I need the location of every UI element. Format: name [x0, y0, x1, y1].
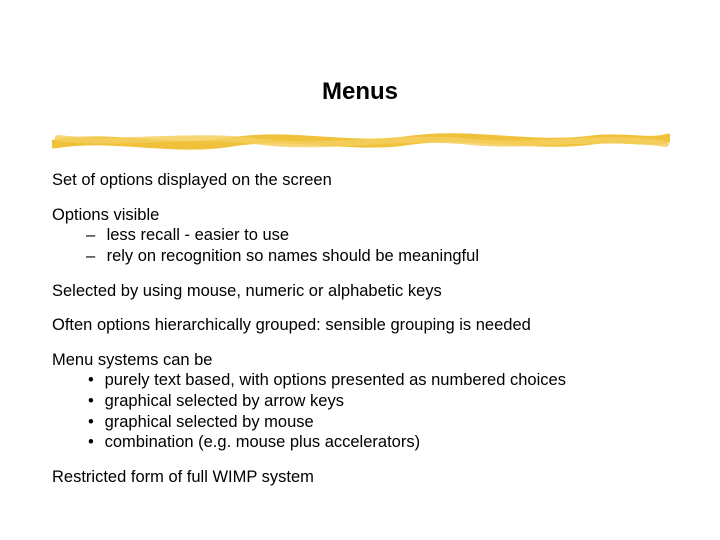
para-1: Set of options displayed on the screen — [52, 170, 672, 191]
para-5-item-c-text: graphical selected by mouse — [100, 413, 314, 431]
para-3: Selected by using mouse, numeric or alph… — [52, 281, 672, 302]
para-6: Restricted form of full WIMP system — [52, 467, 672, 488]
title-underline-icon — [52, 124, 670, 156]
para-2-item-a-text: less recall - easier to use — [102, 226, 289, 244]
para-5-lead: Menu systems can be — [52, 350, 672, 371]
para-5-item-b: graphical selected by arrow keys — [52, 391, 672, 412]
para-5-item-a-text: purely text based, with options presente… — [100, 371, 566, 389]
para-2: Options visible less recall - easier to … — [52, 205, 672, 267]
para-5-item-d-text: combination (e.g. mouse plus accelerator… — [100, 433, 420, 451]
para-5-item-d: combination (e.g. mouse plus accelerator… — [52, 432, 672, 453]
para-4: Often options hierarchically grouped: se… — [52, 315, 672, 336]
para-2-item-b-text: rely on recognition so names should be m… — [102, 247, 479, 265]
para-5-item-c: graphical selected by mouse — [52, 412, 672, 433]
slide-body: Set of options displayed on the screen O… — [52, 170, 672, 502]
para-5-item-b-text: graphical selected by arrow keys — [100, 392, 344, 410]
para-2-item-a: less recall - easier to use — [52, 225, 672, 246]
para-5: Menu systems can be purely text based, w… — [52, 350, 672, 453]
para-5-item-a: purely text based, with options presente… — [52, 370, 672, 391]
para-2-lead: Options visible — [52, 205, 672, 226]
para-2-item-b: rely on recognition so names should be m… — [52, 246, 672, 267]
slide: Menus Set of options displayed on the sc… — [0, 0, 720, 540]
slide-title: Menus — [0, 78, 720, 106]
